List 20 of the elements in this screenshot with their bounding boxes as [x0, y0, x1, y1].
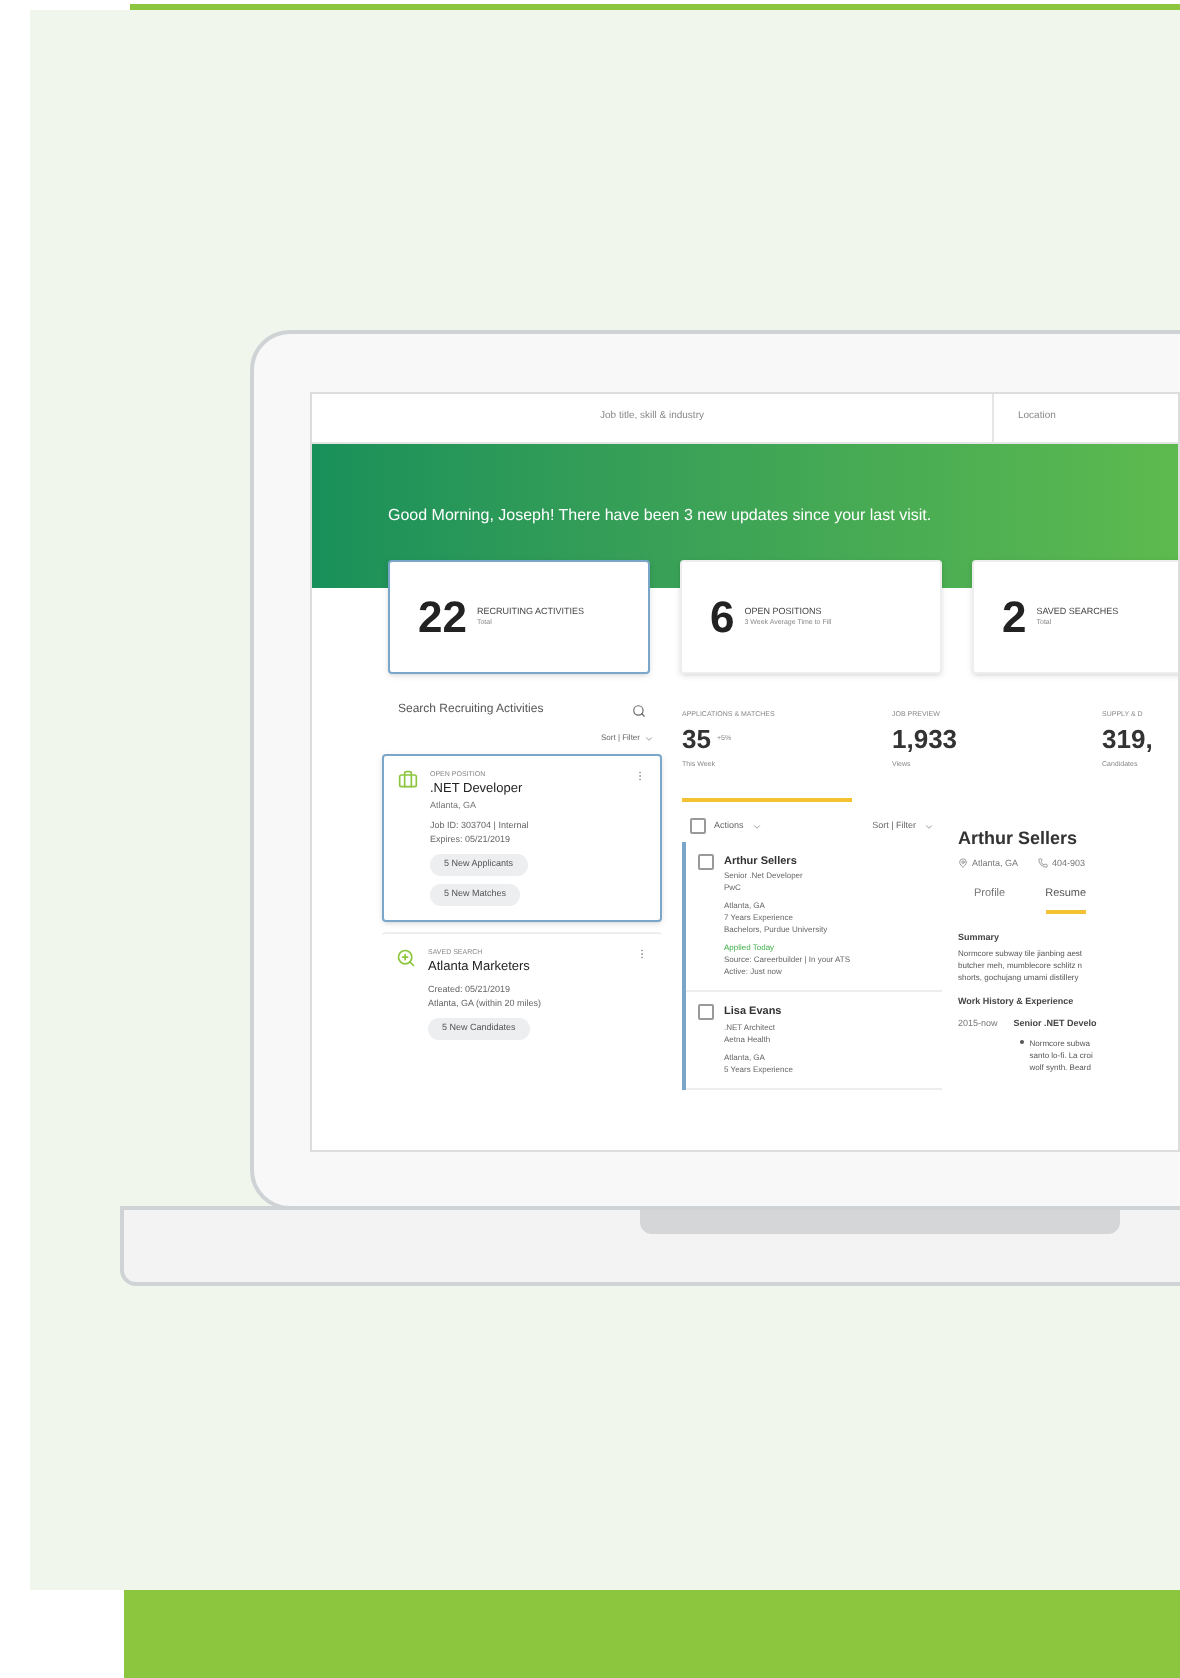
- phone-icon: [1038, 858, 1049, 869]
- chevron-down-icon[interactable]: [924, 821, 934, 831]
- count-number: 22: [418, 590, 467, 646]
- stat-value: 35: [682, 722, 711, 759]
- count-number: 2: [1002, 590, 1027, 646]
- candidate-name: Arthur Sellers: [958, 826, 1080, 852]
- bullet-icon: [1019, 1039, 1024, 1044]
- stat-value: 1,933: [892, 722, 958, 759]
- checkbox[interactable]: [698, 854, 714, 870]
- search-icon[interactable]: [632, 704, 646, 718]
- chevron-down-icon[interactable]: [751, 821, 762, 831]
- count-number: 6: [710, 590, 735, 646]
- checkbox[interactable]: [698, 1004, 714, 1021]
- stat-value: 319,: [1102, 722, 1153, 759]
- chevron-down-icon[interactable]: [644, 733, 654, 743]
- magnifier-plus-icon: [396, 947, 416, 968]
- briefcase-icon: [398, 770, 418, 790]
- location-pin-icon: [958, 858, 968, 869]
- greeting-text: Good Morning, Joseph! There have been 3 new updates since your last visit.: [388, 506, 932, 524]
- checkbox[interactable]: [690, 818, 706, 834]
